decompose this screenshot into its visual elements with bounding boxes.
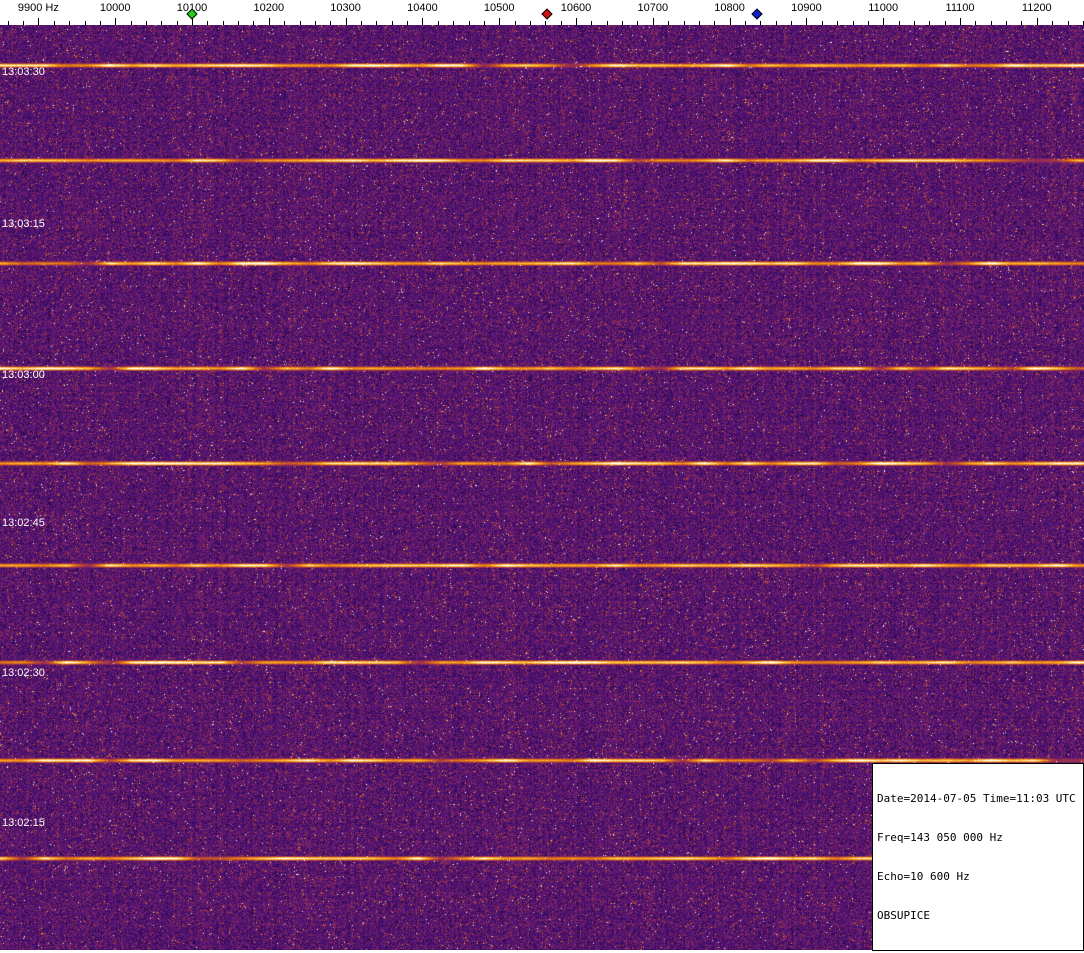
freq-minor-tick bbox=[1021, 21, 1023, 25]
freq-minor-tick bbox=[821, 21, 823, 25]
freq-minor-tick bbox=[23, 21, 24, 25]
freq-major-tick bbox=[960, 18, 961, 25]
freq-minor-tick bbox=[314, 21, 316, 25]
freq-minor-tick bbox=[207, 21, 209, 25]
freq-minor-tick bbox=[391, 21, 393, 25]
freq-minor-tick bbox=[53, 21, 55, 25]
freq-tick-label: 10800 bbox=[714, 2, 745, 14]
freq-tick-label: 10200 bbox=[253, 2, 285, 14]
time-label: 13:03:15 bbox=[2, 218, 45, 230]
freq-minor-tick bbox=[867, 21, 869, 25]
freq-minor-tick bbox=[1006, 21, 1008, 25]
freq-minor-tick bbox=[222, 21, 224, 25]
freq-major-tick bbox=[499, 18, 501, 25]
time-label: 13:03:30 bbox=[2, 66, 45, 78]
freq-minor-tick bbox=[622, 21, 624, 25]
info-box: Date=2014-07-05 Time=11:03 UTC Freq=143 … bbox=[872, 763, 1084, 951]
freq-minor-tick bbox=[453, 21, 455, 25]
freq-major-tick bbox=[38, 18, 40, 25]
freq-minor-tick bbox=[69, 21, 71, 25]
freq-minor-tick bbox=[145, 21, 147, 25]
freq-minor-tick bbox=[668, 21, 670, 25]
info-date-line: Date=2014-07-05 Time=11:03 UTC bbox=[877, 792, 1076, 805]
freq-minor-tick bbox=[637, 21, 639, 25]
frequency-axis: 9900 Hz100001010010200103001040010500106… bbox=[0, 0, 1084, 25]
freq-tick-label: 10600 bbox=[560, 2, 592, 14]
freq-minor-tick bbox=[791, 21, 792, 25]
freq-major-tick bbox=[1036, 18, 1038, 25]
freq-minor-tick bbox=[176, 21, 178, 25]
freq-minor-tick bbox=[299, 21, 301, 25]
freq-major-tick bbox=[115, 18, 117, 25]
freq-minor-tick bbox=[975, 21, 977, 25]
freq-minor-tick bbox=[545, 21, 547, 25]
freq-tick-label: 10900 bbox=[791, 2, 822, 14]
freq-minor-tick bbox=[698, 21, 700, 25]
freq-minor-tick bbox=[361, 21, 362, 25]
freq-minor-tick bbox=[944, 21, 946, 25]
freq-minor-tick bbox=[760, 21, 762, 25]
freq-minor-tick bbox=[852, 21, 854, 25]
freq-minor-tick bbox=[284, 21, 286, 25]
freq-minor-tick bbox=[745, 21, 746, 25]
freq-major-tick bbox=[883, 18, 885, 25]
spectrogram-waterfall-display: 9900 Hz100001010010200103001040010500106… bbox=[0, 0, 1084, 953]
freq-minor-tick bbox=[990, 21, 992, 25]
freq-minor-tick bbox=[1052, 21, 1054, 25]
freq-tick-label: 10700 bbox=[637, 2, 669, 14]
freq-minor-tick bbox=[376, 21, 378, 25]
freq-minor-tick bbox=[7, 21, 9, 25]
freq-tick-label: 10500 bbox=[483, 2, 515, 14]
freq-minor-tick bbox=[468, 21, 470, 25]
freq-major-tick bbox=[806, 18, 808, 25]
time-label: 13:02:45 bbox=[2, 517, 45, 529]
freq-minor-tick bbox=[591, 21, 593, 25]
freq-minor-tick bbox=[99, 21, 101, 25]
freq-minor-tick bbox=[529, 21, 531, 25]
freq-minor-tick bbox=[837, 21, 839, 25]
freq-minor-tick bbox=[898, 21, 900, 25]
info-station-line: OBSUPICE bbox=[877, 909, 930, 922]
marker-diamond-blue[interactable] bbox=[751, 8, 763, 20]
freq-minor-tick bbox=[483, 21, 485, 25]
freq-minor-tick bbox=[913, 21, 915, 25]
freq-minor-tick bbox=[683, 21, 685, 25]
freq-major-tick bbox=[345, 18, 347, 25]
freq-major-tick bbox=[576, 18, 577, 25]
freq-major-tick bbox=[652, 18, 654, 25]
freq-minor-tick bbox=[775, 21, 777, 25]
freq-minor-tick bbox=[606, 21, 608, 25]
freq-minor-tick bbox=[407, 21, 408, 25]
time-label: 13:02:15 bbox=[2, 817, 45, 829]
freq-minor-tick bbox=[929, 21, 931, 25]
freq-minor-tick bbox=[1067, 21, 1069, 25]
freq-minor-tick bbox=[714, 21, 716, 25]
freq-major-tick bbox=[729, 18, 731, 25]
freq-tick-label: 9900 Hz bbox=[17, 2, 59, 14]
freq-tick-label: 10300 bbox=[330, 2, 361, 14]
time-label: 13:03:00 bbox=[2, 369, 45, 381]
freq-minor-tick bbox=[130, 21, 132, 25]
info-echo-line: Echo=10 600 Hz bbox=[877, 870, 970, 883]
freq-tick-label: 10400 bbox=[407, 2, 438, 14]
freq-tick-label: 11200 bbox=[1021, 2, 1052, 14]
freq-minor-tick bbox=[253, 21, 255, 25]
freq-tick-label: 10000 bbox=[99, 2, 131, 14]
freq-minor-tick bbox=[560, 21, 562, 25]
freq-minor-tick bbox=[330, 21, 332, 25]
freq-tick-label: 11000 bbox=[868, 2, 899, 14]
marker-diamond-red[interactable] bbox=[541, 8, 553, 20]
freq-minor-tick bbox=[437, 21, 439, 25]
freq-minor-tick bbox=[238, 21, 240, 25]
freq-minor-tick bbox=[161, 21, 163, 25]
time-label: 13:02:30 bbox=[2, 667, 45, 679]
freq-minor-tick bbox=[84, 21, 86, 25]
freq-minor-tick bbox=[514, 21, 516, 25]
freq-major-tick bbox=[268, 18, 270, 25]
info-freq-line: Freq=143 050 000 Hz bbox=[877, 831, 1003, 844]
freq-tick-label: 11100 bbox=[945, 2, 975, 14]
freq-major-tick bbox=[422, 18, 424, 25]
